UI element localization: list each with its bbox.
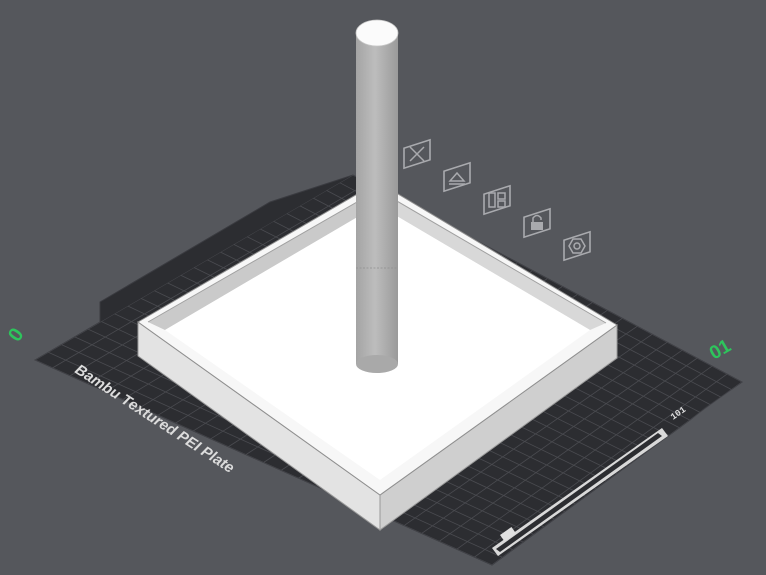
scene-canvas[interactable]: Bambu Textured PEI Plate 0 01 101	[0, 0, 766, 575]
arrange-icon[interactable]	[483, 184, 511, 216]
settings-icon[interactable]	[563, 230, 591, 262]
axis-marker: 0	[4, 324, 28, 346]
close-icon[interactable]	[403, 138, 431, 170]
3d-viewport[interactable]: Bambu Textured PEI Plate 0 01 101	[0, 0, 766, 575]
model-cylinder[interactable]	[355, 19, 399, 373]
auto-orient-icon[interactable]	[443, 161, 471, 193]
lock-icon[interactable]	[523, 207, 551, 239]
plate-number[interactable]: 01	[706, 335, 735, 364]
